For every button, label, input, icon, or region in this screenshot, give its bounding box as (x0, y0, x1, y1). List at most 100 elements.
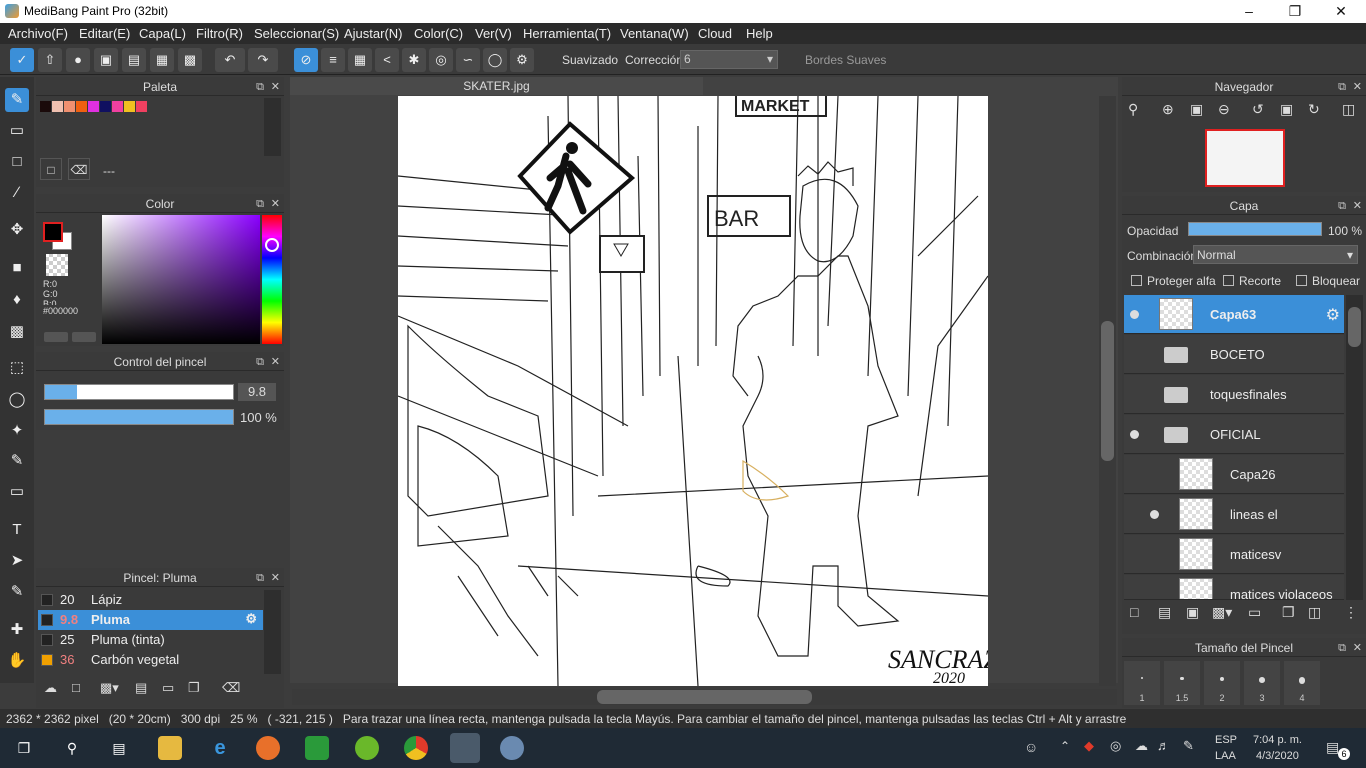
clock-date[interactable]: 4/3/2020 (1256, 750, 1299, 762)
clip-checkbox[interactable] (1223, 275, 1234, 286)
import-layer-icon[interactable]: ▣ (1186, 604, 1199, 621)
layer-row-oficial[interactable]: OFICIAL (1124, 415, 1344, 454)
rotate-right-icon[interactable]: ↻ (1308, 101, 1320, 118)
snap-grid-icon[interactable]: ▦ (348, 48, 372, 72)
canvas-artwork[interactable]: BAR MARKET SANCRAZ 2020 (398, 96, 988, 686)
menu-seleccionar[interactable]: Seleccionar(S) (254, 26, 339, 41)
text-tool-icon[interactable]: T (5, 518, 29, 542)
undock-icon[interactable]: ⧉ (256, 195, 264, 213)
close-panel-icon[interactable]: ✕ (1353, 639, 1362, 657)
hue-handle[interactable] (265, 238, 279, 252)
merge-icon[interactable]: ◫ (1308, 604, 1321, 621)
brush-opacity-slider[interactable] (44, 409, 234, 425)
palette-swatch[interactable] (88, 101, 99, 112)
layer-row-capa26[interactable]: Capa26 (1124, 455, 1344, 494)
task-view-icon[interactable]: ▤ (107, 736, 131, 760)
snap-off-icon[interactable]: ⊘ (294, 48, 318, 72)
brush-size-preset[interactable]: 3 (1243, 660, 1281, 706)
transparent-color[interactable] (46, 254, 68, 276)
close-panel-icon[interactable]: ✕ (1353, 197, 1362, 215)
layer-row-toquesfinales[interactable]: toquesfinales (1124, 375, 1344, 414)
eyedropper-icon[interactable]: ✚ (5, 618, 29, 642)
palette-swatch[interactable] (136, 101, 147, 112)
close-panel-icon[interactable]: ✕ (271, 195, 280, 213)
menu-help[interactable]: Help (746, 26, 773, 41)
vscroll-thumb[interactable] (1101, 321, 1114, 461)
layer-opacity-slider[interactable] (1188, 222, 1322, 236)
foreground-color[interactable] (43, 222, 63, 242)
edge-icon[interactable]: e (208, 736, 232, 760)
hand-tool-icon[interactable]: ✋ (5, 649, 29, 673)
divide-tool-icon[interactable]: ✎ (5, 580, 29, 604)
fit-icon[interactable]: ▣ (1190, 101, 1203, 118)
palette-swatch[interactable] (100, 101, 111, 112)
select-pen-icon[interactable]: ✎ (5, 449, 29, 473)
medibang-taskbar-icon[interactable] (450, 733, 480, 763)
rotate-left-icon[interactable]: ↺ (1252, 101, 1264, 118)
undock-icon[interactable]: ⧉ (1338, 639, 1346, 657)
gear-icon[interactable]: ⚙ (1326, 305, 1340, 325)
undock-icon[interactable]: ⧉ (256, 569, 264, 587)
palette-swatch[interactable] (64, 101, 75, 112)
canvas-vscroll[interactable] (1099, 96, 1116, 686)
windows-start-icon[interactable]: ❐ (12, 736, 36, 760)
reset-view-icon[interactable]: ▣ (1280, 101, 1293, 118)
close-panel-icon[interactable]: ✕ (271, 353, 280, 371)
undock-icon[interactable]: ⧉ (256, 78, 264, 96)
chrome-icon[interactable] (404, 736, 428, 760)
eraser-tool-icon[interactable]: ▭ (5, 119, 29, 143)
brush-size-preset[interactable]: 1 (1123, 660, 1161, 706)
search-icon[interactable]: ⚲ (60, 736, 84, 760)
brush-size-slider[interactable] (44, 384, 234, 400)
palette-swatch[interactable] (40, 101, 51, 112)
folder-icon[interactable]: ▭ (1248, 604, 1261, 621)
language-region[interactable]: LAA (1215, 750, 1236, 762)
undo-icon[interactable]: ↶ (215, 48, 245, 72)
visibility-icon[interactable] (1130, 430, 1139, 439)
add-layer-menu-icon[interactable]: ▩▾ (1212, 604, 1232, 621)
people-icon[interactable]: ☺ (1024, 739, 1038, 755)
line-tool-icon[interactable]: ∕ (5, 181, 29, 205)
hue-slider[interactable] (262, 215, 282, 344)
layer-menu-icon[interactable]: ⋮ (1344, 604, 1358, 621)
cloud-brush-icon[interactable]: ☁ (44, 680, 57, 696)
menu-editar[interactable]: Editar(E) (79, 26, 130, 41)
layer-row-lineas[interactable]: lineas el (1124, 495, 1344, 534)
layer-row-capa63[interactable]: Capa63 ⚙ (1124, 295, 1344, 334)
lasso-tool-icon[interactable]: ◯ (5, 388, 29, 412)
new-layer-icon[interactable]: □ (1130, 604, 1138, 620)
new-palette-icon[interactable]: □ (40, 158, 62, 180)
maximize-icon[interactable]: ❐ (1272, 0, 1318, 23)
palette-scrollbar[interactable] (264, 98, 281, 156)
palette-swatch[interactable] (124, 101, 135, 112)
language-code[interactable]: ESP (1215, 734, 1237, 746)
trash-icon[interactable]: ⌫ (222, 680, 240, 696)
close-panel-icon[interactable]: ✕ (1353, 78, 1362, 96)
layer-row-matices-violaceos[interactable]: matices violaceos (1124, 575, 1344, 600)
spotify-like-icon[interactable] (355, 736, 379, 760)
palette-swatch[interactable] (76, 101, 87, 112)
sheets-icon[interactable] (305, 736, 329, 760)
brush-tool-icon[interactable]: ✎ (5, 88, 29, 112)
checklist-icon[interactable]: ▩ (178, 48, 202, 72)
snap-ellipse-icon[interactable]: ◯ (483, 48, 507, 72)
close-icon[interactable]: ✕ (1318, 0, 1364, 23)
flip-icon[interactable]: ◫ (1342, 101, 1355, 118)
brush-size-preset[interactable]: 1.5 (1163, 660, 1201, 706)
volume-icon[interactable]: ♬ (1157, 738, 1170, 753)
menu-herramienta[interactable]: Herramienta(T) (523, 26, 611, 41)
operation-tool-icon[interactable]: ➤ (5, 549, 29, 573)
bucket-tool-icon[interactable]: ♦ (5, 288, 29, 312)
move-tool-icon[interactable]: ✥ (5, 218, 29, 242)
fill-rect-tool-icon[interactable]: ■ (5, 256, 29, 280)
menu-filtro[interactable]: Filtro(R) (196, 26, 243, 41)
brush-item-lapiz[interactable]: 20 Lápiz (38, 590, 263, 610)
close-panel-icon[interactable]: ✕ (271, 78, 280, 96)
duplicate-icon[interactable]: ❐ (188, 680, 200, 696)
new-brush-icon[interactable]: □ (72, 680, 80, 695)
new-layer-copy-icon[interactable]: ▤ (1158, 604, 1171, 621)
layer-row-boceto[interactable]: BOCETO (1124, 335, 1344, 374)
snap-parallel-icon[interactable]: ≡ (321, 48, 345, 72)
snap-circle-icon[interactable]: ◎ (429, 48, 453, 72)
redo-icon[interactable]: ↷ (248, 48, 278, 72)
